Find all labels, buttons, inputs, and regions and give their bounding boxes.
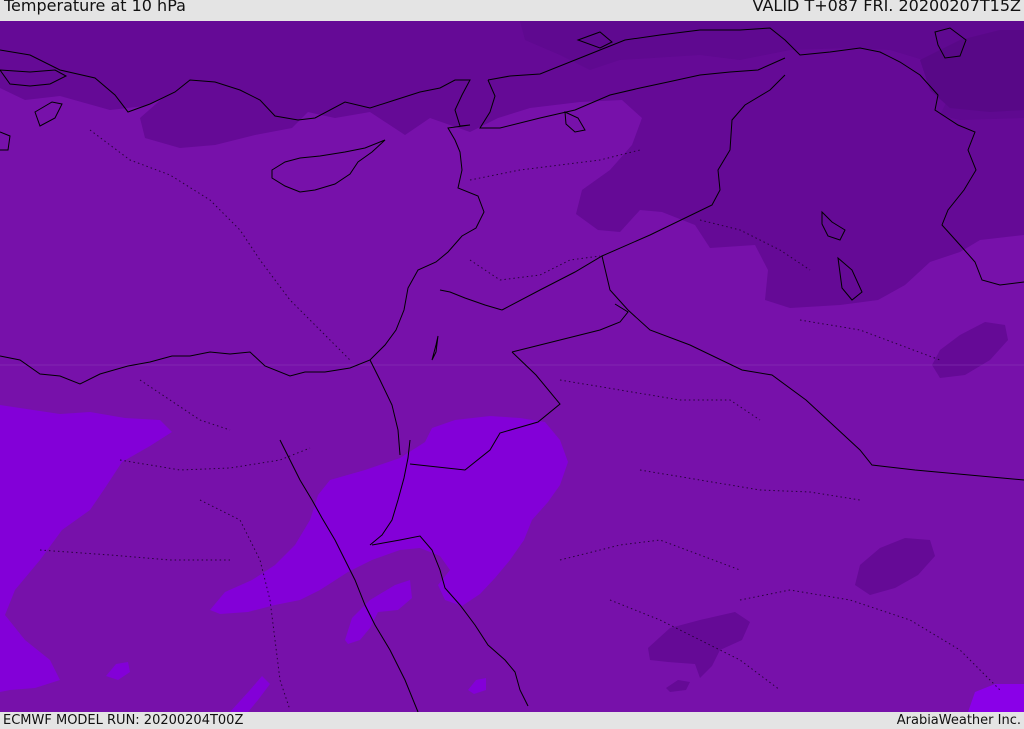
temperature-map[interactable]: [0, 21, 1024, 712]
model-run-label: ECMWF MODEL RUN: 20200204T00Z: [3, 713, 244, 728]
map-footer: ECMWF MODEL RUN: 20200204T00Z ArabiaWeat…: [0, 712, 1024, 729]
valid-time: VALID T+087 FRI. 20200207T15Z: [752, 0, 1021, 15]
map-header: Temperature at 10 hPa VALID T+087 FRI. 2…: [0, 0, 1024, 21]
credit-label: ArabiaWeather Inc.: [896, 713, 1021, 728]
map-title: Temperature at 10 hPa: [4, 0, 186, 15]
